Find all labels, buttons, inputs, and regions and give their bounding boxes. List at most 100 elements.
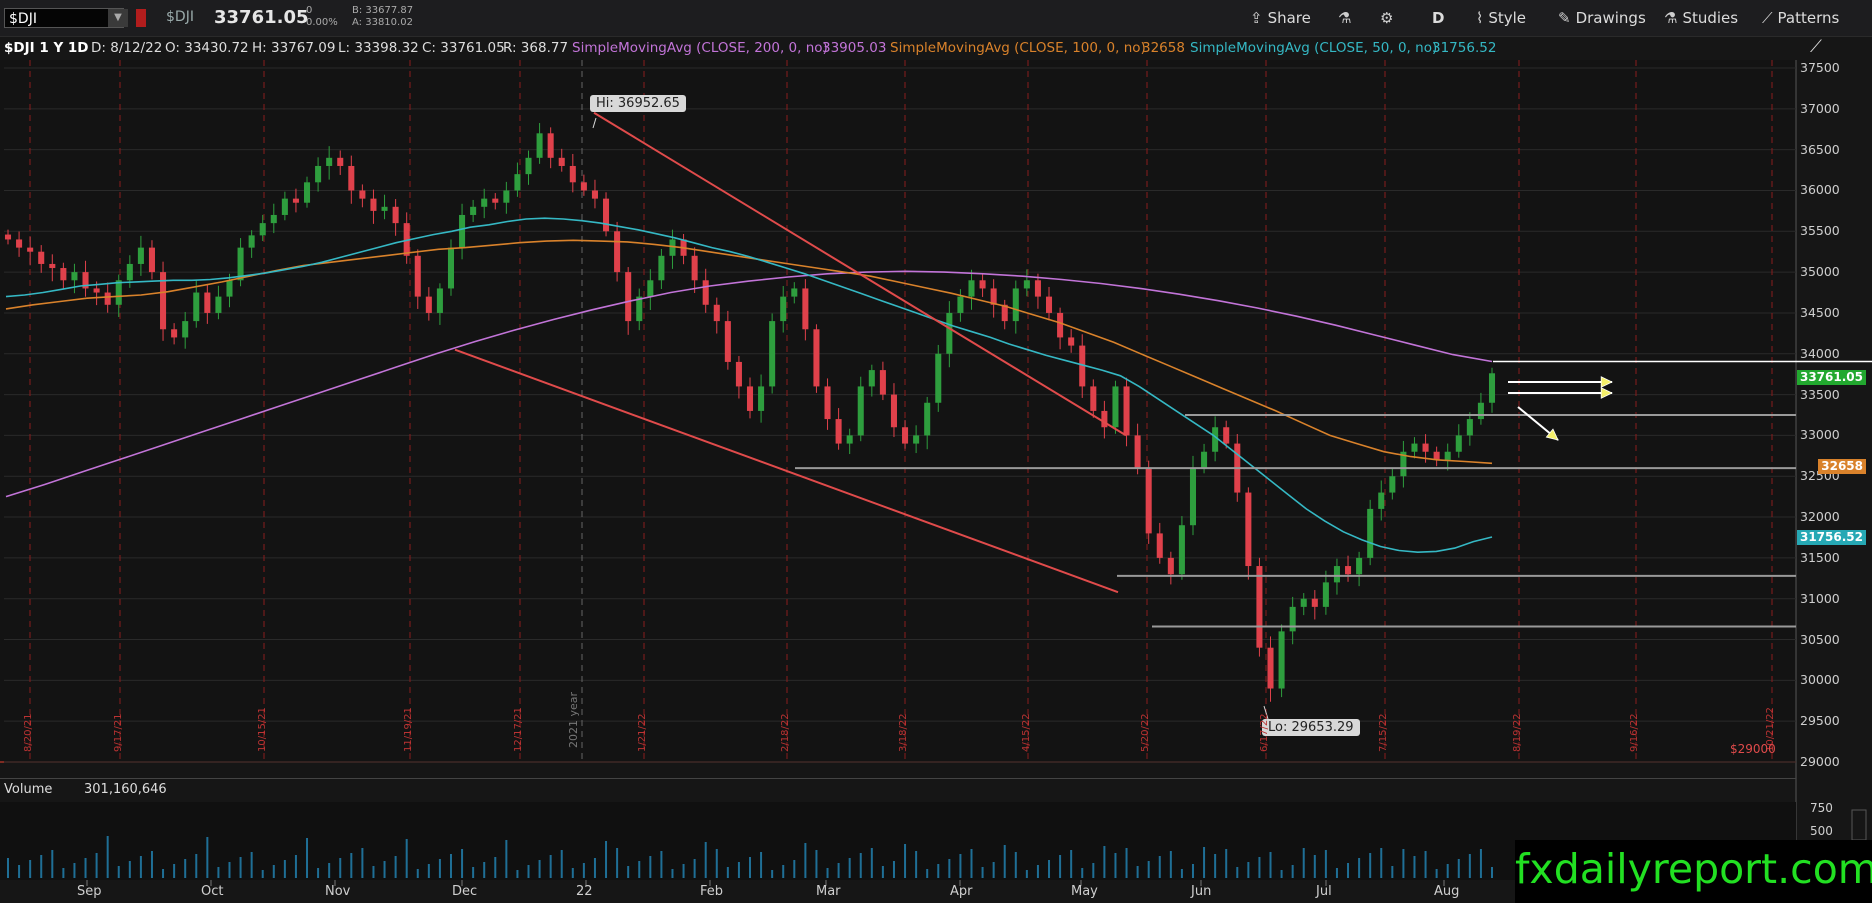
candle-up [137,247,144,264]
candle-up [514,174,521,191]
volume-bar [682,864,685,878]
candle-up [1389,476,1396,493]
volume-bar [848,858,851,878]
volume-bar [117,866,120,878]
candle-down [1145,468,1152,534]
candle-down [1068,337,1075,346]
candle-down [1167,557,1174,575]
volume-bar [881,866,884,878]
candle-down [104,292,111,305]
candle-up [780,296,787,322]
volume-bar [970,849,973,878]
candle-up [935,353,942,403]
volume-bar [250,852,253,878]
candle-up [71,272,78,281]
volume-bar [638,861,641,878]
volume-bar [760,852,763,878]
candle-up [1488,373,1496,403]
y-tick-label: 31000 [1800,590,1840,606]
volume-bar [1468,854,1471,878]
volume-bar [1180,869,1183,878]
volume-bar [427,864,430,878]
volume-bar [616,848,619,878]
volume-bar [1014,852,1017,878]
candle-up [1012,288,1019,322]
candle-down [1311,598,1318,607]
volume-bar [649,856,652,878]
y-tick-label: 33000 [1800,427,1840,443]
candle-down [625,272,632,322]
candle-down [890,394,897,428]
volume-bar [959,854,962,878]
candle-down [569,165,576,183]
candle-down [60,268,67,281]
volume-bar [173,864,176,878]
volume-bar [726,867,729,878]
high-callout: Hi: 36952.65 [590,95,686,112]
volume-bar [904,844,907,878]
volume-bar [981,867,984,878]
candle-up [1378,492,1385,509]
low-callout: Lo: 29653.29 [1262,719,1360,736]
candle-up [470,206,477,215]
candle-up [503,190,510,203]
y-tick-label: 31500 [1800,549,1840,565]
volume-bar [438,859,441,878]
candle-up [536,133,543,158]
volume-bar [1435,869,1438,878]
volume-bar [383,861,386,878]
volume-bar [494,857,497,878]
candle-up [1444,451,1451,460]
volume-scale-marker [1851,809,1867,841]
y-tick-label: 32000 [1800,509,1840,525]
volume-bar [1313,855,1316,878]
candle-up [270,214,277,224]
y-tick-label: 29000 [1800,754,1840,769]
candle-down [547,133,554,158]
volume-bar [937,864,940,878]
y-tick-label: 37500 [1800,60,1840,75]
y-tick-label: 30000 [1800,672,1840,688]
candle-up [769,321,776,387]
candle-up [248,235,255,248]
candle-down [614,231,621,273]
x-tick-label: Sep [77,884,102,899]
volume-bar [826,868,829,878]
volume-bar [306,838,309,878]
volume-bar [283,860,286,878]
volume-bar [1059,855,1062,878]
volume-bar [892,861,895,878]
candle-up [182,321,189,338]
candle-down [38,251,45,264]
price-chart[interactable] [0,0,1872,903]
volume-bar [361,848,364,878]
candle-up [913,435,920,444]
x-tick-label: Mar [816,884,841,899]
volume-bar [261,870,264,878]
candle-down [1045,296,1053,313]
volume-value: 301,160,646 [84,782,167,797]
volume-bar [84,858,87,878]
volume-bar [1291,865,1294,878]
volume-bar [128,861,131,878]
candle-up [924,402,931,436]
candle-down [392,206,399,224]
floor-price-label: $29000 [1730,742,1776,756]
volume-bar [150,851,153,878]
volume-bar [51,850,54,878]
period-date-label: 2/18/22 [780,713,791,752]
candle-down [1123,386,1130,436]
y-tick-label: 33500 [1800,386,1840,402]
candle-down [1134,435,1141,469]
candle-down [746,386,754,411]
candle-down [1267,647,1274,689]
volume-axis-750: 750 [1810,801,1833,815]
volume-bar [627,866,630,878]
volume-bar [1280,870,1283,878]
period-date-label: 7/15/22 [1378,713,1389,752]
volume-bar [29,860,32,878]
volume-bar [1457,859,1460,878]
volume-bar [804,843,807,878]
volume-bar [859,853,862,878]
brand-watermark: fxdailyreport.com [1515,840,1872,903]
